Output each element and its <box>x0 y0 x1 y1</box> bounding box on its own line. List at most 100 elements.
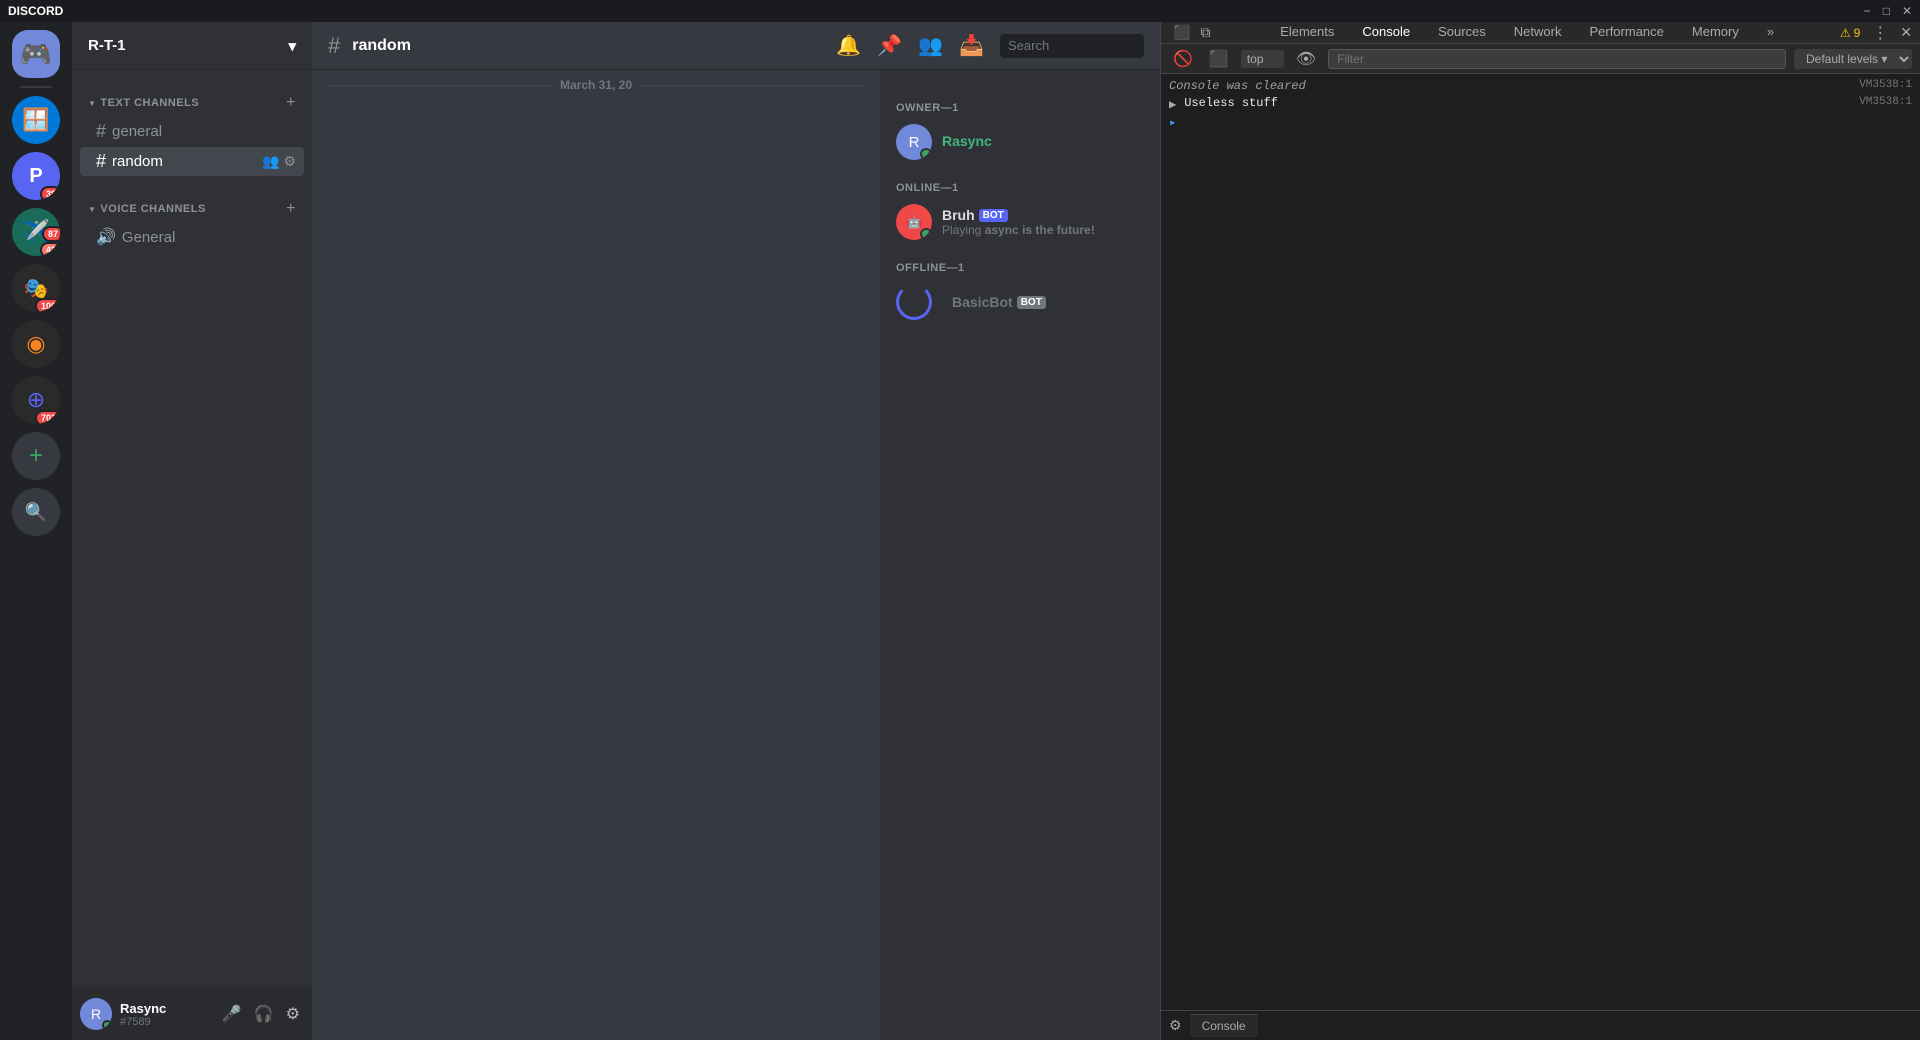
devtools-close-button[interactable]: ✕ <box>1900 24 1912 41</box>
log-level-select[interactable]: Default levels ▾ <box>1794 49 1912 69</box>
text-channels-category[interactable]: TEXT CHANNELS + <box>72 78 312 116</box>
console-filter-input[interactable] <box>1328 49 1786 69</box>
member-status-rasync <box>920 148 932 160</box>
member-item-basicbot[interactable]: BasicBot BOT <box>888 278 1152 326</box>
server-icon-knime[interactable]: ◉ <box>12 320 60 368</box>
member-avatar-bruh: 🤖 <box>896 204 932 240</box>
member-list-button[interactable]: 👥 <box>918 33 943 58</box>
member-status-bruh <box>920 228 932 240</box>
server-header[interactable]: R-T-1 ▾ <box>72 22 312 70</box>
console-line-cleared: Console was cleared VM3538:1 <box>1161 78 1920 95</box>
channel-actions-random: 👥 ⚙ <box>262 153 296 170</box>
server-badge-purple: 38 <box>40 186 60 200</box>
deafen-button[interactable]: 🎧 <box>250 1000 278 1028</box>
member-avatar-rasync: R <box>896 124 932 160</box>
notification-button[interactable]: 🔔 <box>836 33 861 58</box>
devtools-tab-elements[interactable]: Elements <box>1266 18 1348 47</box>
mute-button[interactable]: 🎤 <box>218 1000 246 1028</box>
server-icon-windows[interactable]: 🪟 <box>12 96 60 144</box>
basicbot-bot-badge: BOT <box>1017 296 1046 309</box>
voice-category-collapse-icon <box>88 203 96 215</box>
inspect-button[interactable]: ⬛ <box>1205 47 1233 71</box>
devtools-title-bar: ⬛ ⧉ Elements Console Sources Network Per… <box>1161 22 1920 44</box>
messages-area: March 31, 20 <box>312 70 880 1040</box>
user-controls: 🎤 🎧 ⚙ <box>218 1000 304 1028</box>
inbox-button[interactable]: 📥 <box>959 33 984 58</box>
devtools-undock-button[interactable]: ⧉ <box>1196 22 1214 43</box>
user-settings-button[interactable]: ⚙ <box>282 1000 304 1028</box>
server-icon-discord-home[interactable]: 🎮 <box>12 30 60 78</box>
devtools-tab-performance[interactable]: Performance <box>1575 18 1677 47</box>
warning-badge: ⚠ 9 <box>1840 26 1860 40</box>
devtools-tab-memory[interactable]: Memory <box>1678 18 1753 47</box>
user-status-online-dot <box>102 1020 112 1030</box>
server-dropdown-icon: ▾ <box>288 37 296 55</box>
devtools-dock-button[interactable]: ⬛ <box>1169 22 1194 43</box>
console-input-area[interactable] <box>1184 115 1912 129</box>
console-file-object: VM3538:1 <box>1859 96 1912 108</box>
offline-category: OFFLINE—1 <box>888 246 1152 278</box>
console-object-text: Useless stuff <box>1184 96 1851 110</box>
console-line-object[interactable]: ▶ Useless stuff VM3538:1 <box>1161 95 1920 114</box>
pinned-messages-button[interactable]: 📌 <box>877 33 902 58</box>
windows-icon: 🪟 <box>22 107 49 133</box>
devtools-title-tabs: Elements Console Sources Network Perform… <box>1266 18 1788 47</box>
channel-item-voice-general[interactable]: 🔊 General <box>80 223 304 251</box>
context-select[interactable]: top <box>1241 50 1284 68</box>
content-area: March 31, 20 OWNER—1 R Rasync <box>312 70 1160 1040</box>
member-info-basicbot: BasicBot BOT <box>952 294 1144 310</box>
devtools-more-options[interactable]: ⋮ <box>1872 23 1888 43</box>
console-cleared-text: Console was cleared <box>1169 79 1851 93</box>
expand-triangle[interactable]: ▶ <box>1169 97 1176 112</box>
add-server-button[interactable]: + <box>12 432 60 480</box>
console-bottom-tab[interactable]: Console <box>1190 1014 1258 1037</box>
minimize-button[interactable]: − <box>1864 4 1871 18</box>
devtools-tab-sources[interactable]: Sources <box>1424 18 1500 47</box>
eye-button[interactable]: 👁 <box>1292 47 1320 71</box>
hash-icon-general: # <box>96 121 106 142</box>
add-text-channel-button[interactable]: + <box>286 94 296 112</box>
basicbot-spinning-ring <box>896 284 932 320</box>
console-prompt-line[interactable]: ▸ <box>1161 114 1920 132</box>
member-item-rasync[interactable]: R Rasync <box>888 118 1152 166</box>
member-item-bruh[interactable]: 🤖 Bruh BOT Playing async is the future! <box>888 198 1152 246</box>
devtools-bottom-bar: ⚙ Console <box>1161 1010 1920 1040</box>
server-icon-travel[interactable]: ✈️ 87 42 <box>12 208 60 256</box>
devtools-tab-network[interactable]: Network <box>1500 18 1576 47</box>
warning-count: 9 <box>1854 26 1861 40</box>
channel-item-general[interactable]: # general <box>80 117 304 146</box>
console-file-cleared: VM3538:1 <box>1859 79 1912 91</box>
member-name-rasync: Rasync <box>942 133 992 149</box>
owner-category: OWNER—1 <box>888 86 1152 118</box>
devtools-tab-more[interactable]: » <box>1753 18 1788 47</box>
app-name: DISCORD <box>8 4 63 18</box>
user-discriminator: #7589 <box>120 1016 210 1028</box>
console-settings-icon[interactable]: ⚙ <box>1169 1017 1182 1034</box>
voice-channels-label: VOICE CHANNELS <box>100 203 205 215</box>
knime-icon: ◉ <box>26 331 45 357</box>
members-panel: OWNER—1 R Rasync ONLINE—1 🤖 <box>880 70 1160 1040</box>
find-server-button[interactable]: 🔍 <box>12 488 60 536</box>
clear-console-button[interactable]: 🚫 <box>1169 47 1197 71</box>
devtools-tab-console[interactable]: Console <box>1348 18 1424 47</box>
server-icon-target[interactable]: ⊕ 703 <box>12 376 60 424</box>
date-sep-right-line <box>640 85 864 86</box>
maximize-button[interactable]: □ <box>1883 4 1890 18</box>
add-voice-channel-button[interactable]: + <box>286 200 296 218</box>
text-channels-label: TEXT CHANNELS <box>100 97 199 109</box>
close-button[interactable]: ✕ <box>1902 4 1912 18</box>
server-badge-42: 42 <box>40 242 60 256</box>
main-content: # random 🔔 📌 👥 📥 Search March 31, 20 <box>312 22 1160 1040</box>
member-info-bruh: Bruh BOT Playing async is the future! <box>942 207 1144 237</box>
server-icon-game[interactable]: 🎭 106 <box>12 264 60 312</box>
online-category: ONLINE—1 <box>888 166 1152 198</box>
discord-logo: 🎮 <box>20 39 52 70</box>
manage-members-button[interactable]: 👥 <box>262 153 279 170</box>
devtools-toolbar: 🚫 ⬛ top 👁 Default levels ▾ <box>1161 44 1920 74</box>
channel-settings-button[interactable]: ⚙ <box>283 153 296 170</box>
server-icon-purple[interactable]: P 38 <box>12 152 60 200</box>
search-bar[interactable]: Search <box>1000 34 1144 58</box>
member-name-basicbot: BasicBot <box>952 294 1013 310</box>
channel-item-random[interactable]: # random 👥 ⚙ <box>80 147 304 176</box>
voice-channels-category[interactable]: VOICE CHANNELS + <box>72 184 312 222</box>
